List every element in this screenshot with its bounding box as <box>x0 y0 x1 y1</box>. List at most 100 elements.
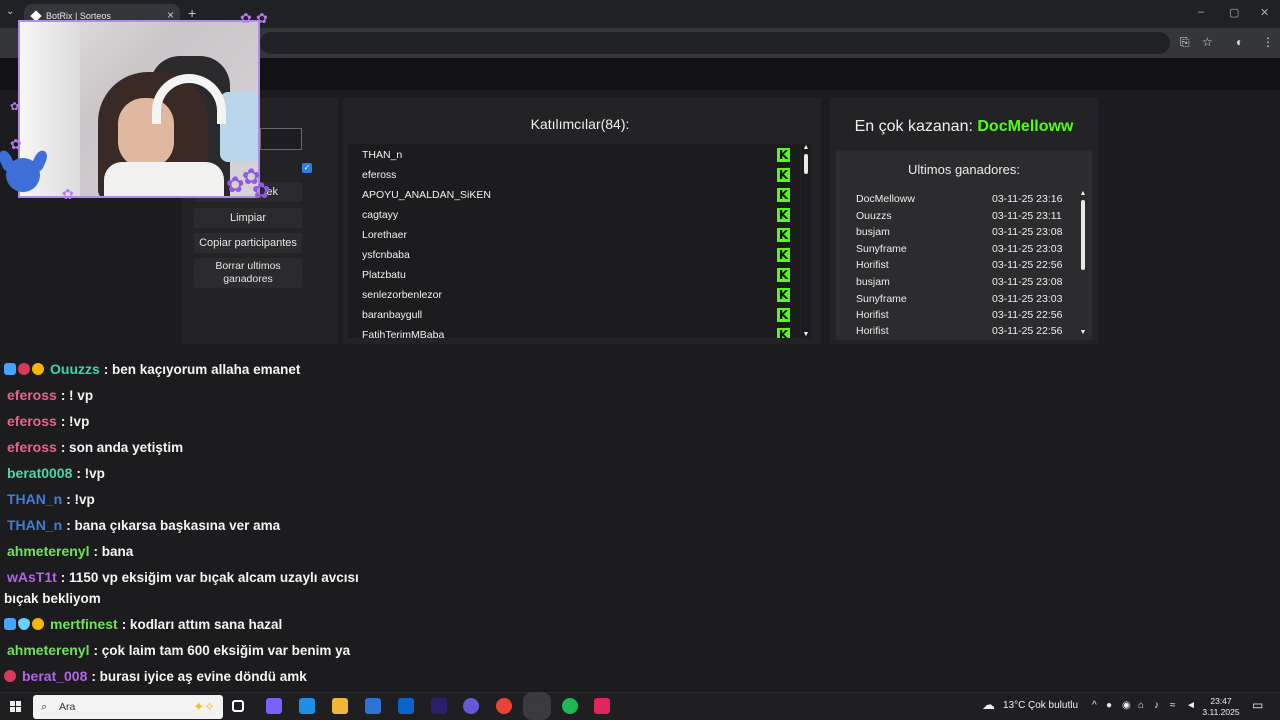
recent-winners-box: Ultimos ganadores: DocMelloww 03-11-25 23… <box>836 150 1092 340</box>
search-icon: ⌕ <box>41 701 48 713</box>
chat-message: efeross: !vp <box>4 410 89 433</box>
chat-username[interactable]: mertfinest <box>50 616 118 632</box>
winner-row: Horifist 03-11-25 22:56 <box>856 309 1063 321</box>
chat-username[interactable]: THAN_n <box>7 491 62 507</box>
scroll-up-icon[interactable]: ▲ <box>1078 190 1088 197</box>
notification-icon[interactable]: ▭ <box>1252 698 1263 712</box>
list-item: FatihTerimMBaba K <box>362 325 792 338</box>
kick-icon: K <box>777 168 790 182</box>
scroll-down-icon[interactable]: ▼ <box>801 331 811 338</box>
edge-icon[interactable] <box>299 698 315 714</box>
winner-row: Ouuzzs 03-11-25 23:11 <box>856 210 1062 222</box>
list-item: senlezorbenlezor K <box>362 285 792 305</box>
keyword-input[interactable] <box>260 128 302 150</box>
valorant-icon[interactable] <box>594 698 610 714</box>
chat-text: : !vp <box>66 492 95 507</box>
chat-username[interactable]: berat0008 <box>7 465 72 481</box>
volume-icon[interactable]: ◄ <box>1186 700 1196 711</box>
copy-participants-button[interactable]: Copiar participantes <box>194 233 302 253</box>
delete-winners-button[interactable]: Borrar ultimos ganadores <box>194 258 302 288</box>
browser-menu-icon[interactable]: ⋮ <box>1262 35 1274 49</box>
participants-scrollbar[interactable]: ▲ ▼ <box>801 144 811 338</box>
spotify-icon[interactable] <box>562 698 578 714</box>
wifi-icon[interactable]: ≈ <box>1170 700 1176 711</box>
chat-text: : son anda yetiştim <box>60 440 184 455</box>
chat-username[interactable]: Ouuzzs <box>50 361 100 377</box>
winner-row: busjam 03-11-25 23:08 <box>856 276 1063 288</box>
chat-username[interactable]: efeross <box>7 439 57 455</box>
option-checkbox[interactable]: ✓ <box>302 163 312 173</box>
scroll-thumb[interactable] <box>804 154 808 174</box>
kick-icon: K <box>777 288 790 302</box>
translate-icon[interactable]: ⎘ <box>1180 35 1190 50</box>
discord-icon[interactable] <box>463 698 479 714</box>
tray-app-icon[interactable]: ● <box>1106 700 1112 711</box>
chat-message: wAsT1t: 1150 vp eksiğim var bıçak alcam … <box>4 566 359 589</box>
taskbar-search[interactable]: ⌕ Ara ✦✧ <box>33 695 223 719</box>
chat-username[interactable]: berat_008 <box>22 668 87 684</box>
chat-username[interactable]: ahmeterenyl <box>7 642 89 658</box>
close-window-button[interactable]: ✕ <box>1260 6 1269 19</box>
outlook-icon[interactable] <box>398 698 414 714</box>
weather-icon[interactable]: ☁ <box>982 697 995 713</box>
participants-panel: Katılımcılar(84): THAN_n K efeross K APOYU… <box>343 98 821 344</box>
copilot-icon[interactable] <box>266 698 282 714</box>
premiere-icon[interactable] <box>431 698 447 714</box>
network-icon[interactable]: ⌂ <box>1138 700 1144 711</box>
task-view-icon[interactable] <box>232 700 244 712</box>
maximize-button[interactable]: ▢ <box>1229 6 1239 19</box>
kick-icon: K <box>777 208 790 222</box>
chat-message: ahmeterenyl: bana <box>4 540 133 563</box>
list-item: Platzbatu K <box>362 265 792 285</box>
chat-username[interactable]: efeross <box>7 387 57 403</box>
coin-badge-icon <box>32 618 44 630</box>
tray-expand-icon[interactable]: ^ <box>1092 700 1097 711</box>
participant-name: Platzbatu <box>362 269 406 281</box>
chat-username[interactable]: efeross <box>7 413 57 429</box>
kick-icon: K <box>777 228 790 242</box>
participant-name: senlezorbenlezor <box>362 289 442 301</box>
stitch-sticker <box>0 148 50 200</box>
winner-row: Sunyframe 03-11-25 23:03 <box>856 243 1063 255</box>
chat-text: : burası iyice aş evine döndü amk <box>91 669 307 684</box>
microphone-icon[interactable]: ♪ <box>1154 700 1159 711</box>
participant-name: cagtayy <box>362 209 399 221</box>
new-tab-button[interactable]: + <box>188 5 196 21</box>
winner-row: Horifist 03-11-25 22:56 <box>856 325 1063 337</box>
winners-scrollbar[interactable]: ▲ ▼ <box>1078 190 1088 336</box>
start-icon[interactable] <box>10 701 22 713</box>
chat-username[interactable]: THAN_n <box>7 517 62 533</box>
chat-username[interactable]: wAsT1t <box>7 569 57 585</box>
scroll-up-icon[interactable]: ▲ <box>801 144 811 151</box>
tab-search-icon[interactable]: ⌄ <box>6 6 14 17</box>
taskbar-clock[interactable]: 23:47 3.11.2025 <box>1200 696 1242 718</box>
winner-row: Horifist 03-11-25 22:56 <box>856 259 1063 271</box>
participant-name: efeross <box>362 169 397 181</box>
chat-message: berat_008 : burası iyice aş evine döndü a… <box>4 665 307 688</box>
profile-icon[interactable]: ◐ <box>1236 35 1243 49</box>
chrome-icon[interactable] <box>496 698 512 714</box>
obs-icon[interactable] <box>523 692 551 720</box>
chat-message: efeross: son anda yetiştim <box>4 436 183 459</box>
flower-icon: ✿ <box>62 186 74 202</box>
address-bar[interactable] <box>260 32 1170 54</box>
list-item: ysfcnbaba K <box>362 245 792 265</box>
weather-desc[interactable]: Çok bulutlu <box>1028 700 1078 711</box>
scroll-down-icon[interactable]: ▼ <box>1078 329 1088 336</box>
chat-text: : ben kaçıyorum allaha emanet <box>103 362 301 377</box>
participant-name: THAN_n <box>362 149 403 161</box>
clear-button[interactable]: Limpiar <box>194 208 302 228</box>
file-explorer-icon[interactable] <box>332 698 348 714</box>
sparkle-icon: ✦✧ <box>193 699 215 714</box>
minimize-button[interactable]: – <box>1198 6 1204 18</box>
bookmark-star-icon[interactable]: ☆ <box>1202 35 1213 49</box>
scroll-thumb[interactable] <box>1081 200 1085 270</box>
flower-icon: ✿ <box>10 101 20 113</box>
chat-message: THAN_n: bana çıkarsa başkasına ver ama <box>4 514 280 537</box>
kick-icon: K <box>777 188 790 202</box>
chat-username[interactable]: ahmeterenyl <box>7 543 89 559</box>
steam-icon[interactable]: ◉ <box>1122 700 1131 711</box>
store-icon[interactable] <box>365 698 381 714</box>
weather-temp[interactable]: 13°C <box>1003 700 1025 711</box>
participants-list[interactable]: THAN_n K efeross K APOYU_ANALDAN_SiKEN K ca… <box>348 144 800 338</box>
